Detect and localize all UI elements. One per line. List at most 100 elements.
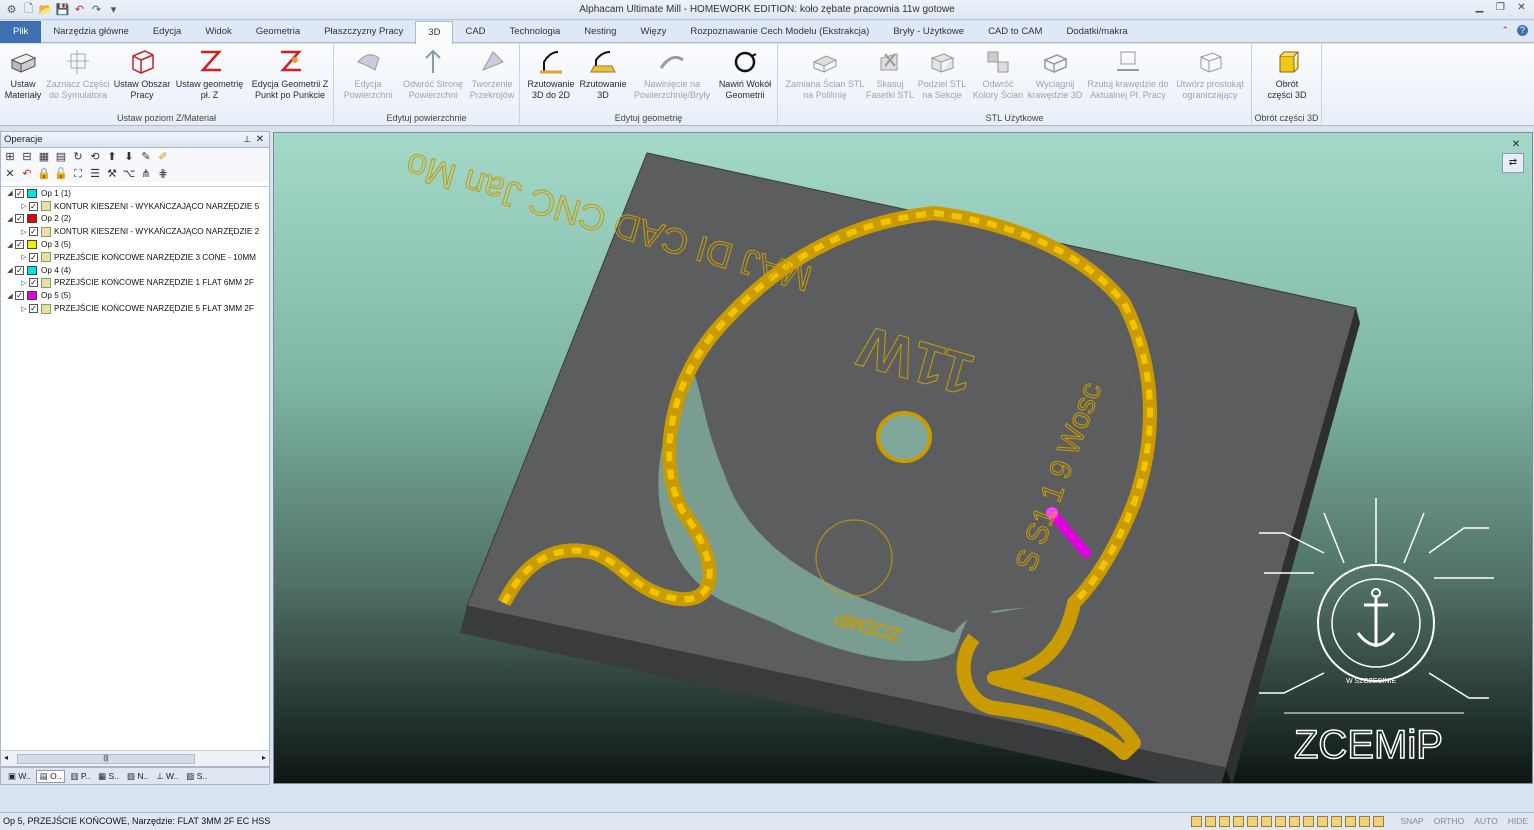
minimize-icon[interactable]: ▁ [1473, 2, 1486, 16]
expand-arrow-icon[interactable]: ▷ [19, 253, 29, 261]
expand-arrow-icon[interactable]: ▷ [19, 228, 29, 236]
tab-widok[interactable]: Widok [193, 21, 243, 43]
pin-icon[interactable]: ⊥ [243, 132, 251, 147]
tools-icon[interactable]: ⚒ [105, 167, 119, 181]
calendar-icon[interactable]: ▤ [54, 150, 68, 164]
zamiana-scian-stl-button[interactable]: Zamiana Ścian STL na Polilinię [782, 48, 868, 101]
close-icon[interactable]: ✕ [1515, 2, 1528, 16]
scroll-right-icon[interactable]: ▸ [262, 753, 266, 762]
hierarchy2-icon[interactable]: ⋕ [156, 167, 170, 181]
edycja-powierzchni-button[interactable]: Edycja Powierzchni [336, 48, 400, 101]
rzutowanie-3d-do-2d-button[interactable]: Rzutowanie 3D do 2D [522, 48, 580, 101]
tab-edycja[interactable]: Edycja [141, 21, 194, 43]
tab-bryly-uzytkowe[interactable]: Bryły - Użytkowe [881, 21, 976, 43]
status-tool-icon[interactable] [1275, 816, 1286, 827]
operation-checkbox[interactable]: ✓ [29, 278, 38, 288]
panel-tab-1[interactable]: ▣ W.. [5, 771, 34, 782]
tab-narzedzia-glowne[interactable]: Narzędzia główne [41, 21, 141, 43]
operation-checkbox[interactable]: ✓ [29, 227, 38, 237]
podziel-stl-button[interactable]: Podziel STL na Sekcje [914, 48, 970, 101]
collapse-arrow-icon[interactable]: ◢ [5, 215, 15, 223]
tab-dodatki-makra[interactable]: Dodatki/makra [1054, 21, 1139, 43]
status-tool-icon[interactable] [1219, 816, 1230, 827]
collapse-arrow-icon[interactable]: ◢ [5, 266, 15, 274]
tab-cad[interactable]: CAD [453, 21, 497, 43]
tab-geometria[interactable]: Geometria [244, 21, 312, 43]
status-tool-icon[interactable] [1233, 816, 1244, 827]
edycja-geometrii-z-button[interactable]: Edycja Geometrii Z Punkt po Punkcie [247, 48, 333, 101]
close-panel-icon[interactable]: ✕ [256, 132, 264, 147]
wyciagnij-krawedzie-button[interactable]: Wyciągnij krawędzie 3D [1026, 48, 1084, 101]
wand-icon[interactable]: ✐ [156, 150, 170, 164]
status-tool-icon[interactable] [1303, 816, 1314, 827]
status-tool-icon[interactable] [1247, 816, 1258, 827]
unlock-icon[interactable]: 🔓 [54, 167, 68, 181]
tab-plaszczyzny-pracy[interactable]: Płaszczyzny Pracy [312, 21, 415, 43]
status-tool-icon[interactable] [1317, 816, 1328, 827]
lock-icon[interactable]: 🔒 [37, 167, 51, 181]
tab-3d[interactable]: 3D [415, 21, 454, 44]
tab-plik[interactable]: Plik [0, 21, 42, 43]
operation-row[interactable]: ▷ ✓ PRZEJŚCIE KOŃCOWE NARZĘDZIE 5 FLAT 3MM… [1, 302, 269, 315]
operation-checkbox[interactable]: ✓ [15, 188, 24, 198]
collapse-arrow-icon[interactable]: ◢ [5, 189, 15, 197]
expand-all-icon[interactable]: ⊞ [3, 150, 17, 164]
operation-checkbox[interactable]: ✓ [15, 291, 24, 301]
status-tool-icon[interactable] [1373, 816, 1384, 827]
rzutowanie-3d-button[interactable]: Rzutowanie 3D [578, 48, 628, 101]
obrot-czesci-3d-button[interactable]: Obrót części 3D [1258, 48, 1316, 101]
horizontal-scrollbar[interactable]: ◂ ||| ▸ [1, 750, 269, 766]
operation-group-row[interactable]: ◢ ✓ Op 3 (5) [1, 238, 269, 251]
panel-tab-6[interactable]: ⊥ W.. [153, 771, 181, 782]
graphics-viewport[interactable]: MAJ DI CAD CNC Jan Mo 11W S S1 1 9 Wosc … [273, 132, 1533, 784]
ustaw-materialy-button[interactable]: Ustaw Materiały [3, 48, 43, 101]
restore-icon[interactable]: ❐ [1494, 2, 1507, 16]
binoculars-icon[interactable]: ⛶ [71, 167, 85, 181]
status-tool-icon[interactable] [1191, 816, 1202, 827]
operation-checkbox[interactable]: ✓ [29, 252, 38, 262]
operation-group-row[interactable]: ◢ ✓ Op 5 (5) [1, 289, 269, 302]
panel-tab-7[interactable]: ▨ S.. [183, 771, 210, 782]
hierarchy-icon[interactable]: ⋔ [139, 167, 153, 181]
viewport-options-icon[interactable]: ⇄ [1502, 153, 1524, 173]
status-tool-icon[interactable] [1261, 816, 1272, 827]
panel-tab-3[interactable]: ▥ P.. [67, 771, 93, 782]
snap-toggle[interactable]: SNAP [1401, 816, 1424, 826]
operation-checkbox[interactable]: ✓ [15, 240, 24, 250]
renumber-icon[interactable]: ↻ [71, 150, 85, 164]
operation-checkbox[interactable]: ✓ [29, 201, 38, 211]
3d-model-view[interactable]: MAJ DI CAD CNC Jan Mo 11W S S1 1 9 Wosc … [274, 133, 1533, 784]
tab-cad-to-cam[interactable]: CAD to CAM [976, 21, 1054, 43]
ustaw-obszar-pracy-button[interactable]: Ustaw Obszar Pracy [112, 48, 172, 101]
status-tool-icon[interactable] [1331, 816, 1342, 827]
scroll-thumb[interactable]: ||| [17, 754, 195, 764]
panel-tab-2[interactable]: ▤ O.. [35, 769, 66, 783]
undo-op-icon[interactable]: ↶ [20, 167, 34, 181]
operation-row[interactable]: ▷ ✓ PRZEJŚCIE KOŃCOWE NARZĘDZIE 3 CONE - 1… [1, 251, 269, 264]
nawiniecie-na-powierzchnie-button[interactable]: Nawinięcie na Powierzchnię/Bryły [628, 48, 716, 101]
renumber-tools-icon[interactable]: ⟲ [88, 150, 102, 164]
tab-nesting[interactable]: Nesting [572, 21, 628, 43]
status-tool-icon[interactable] [1359, 816, 1370, 827]
hide-toggle[interactable]: HIDE [1508, 816, 1528, 826]
edit-pencil-icon[interactable]: ✎ [139, 150, 153, 164]
auto-toggle[interactable]: AUTO [1474, 816, 1497, 826]
operation-checkbox[interactable]: ✓ [15, 265, 24, 275]
tab-rozpoznawanie-cech[interactable]: Rozpoznawanie Cech Modelu (Ekstrakcja) [678, 21, 881, 43]
minimize-ribbon-icon[interactable]: ⌃ [1501, 25, 1509, 36]
operation-row[interactable]: ▷ ✓ KONTUR KIESZENI - WYKAŃCZAJĄCO NARZĘDZ… [1, 200, 269, 213]
collapse-arrow-icon[interactable]: ◢ [5, 241, 15, 249]
zaznacz-czesci-button[interactable]: Zaznacz Części do Symulatora [44, 48, 112, 101]
expand-arrow-icon[interactable]: ▷ [19, 202, 29, 210]
expand-arrow-icon[interactable]: ▷ [19, 305, 29, 313]
delete-icon[interactable]: ✕ [3, 167, 17, 181]
panel-tab-4[interactable]: ▦ S.. [95, 771, 122, 782]
operation-row[interactable]: ▷ ✓ KONTUR KIESZENI - WYKAŃCZAJĄCO NARZĘDZ… [1, 225, 269, 238]
status-tool-icon[interactable] [1205, 816, 1216, 827]
odwroc-strone-powierzchni-button[interactable]: Odwróć Stronę Powierzchni [400, 48, 466, 101]
status-tool-icon[interactable] [1289, 816, 1300, 827]
move-up-icon[interactable]: ⬆ [105, 150, 119, 164]
properties-icon[interactable]: ▦ [37, 150, 51, 164]
collapse-arrow-icon[interactable]: ◢ [5, 292, 15, 300]
nawin-wokol-geometrii-button[interactable]: Nawiń Wokół Geometrii [714, 48, 776, 101]
